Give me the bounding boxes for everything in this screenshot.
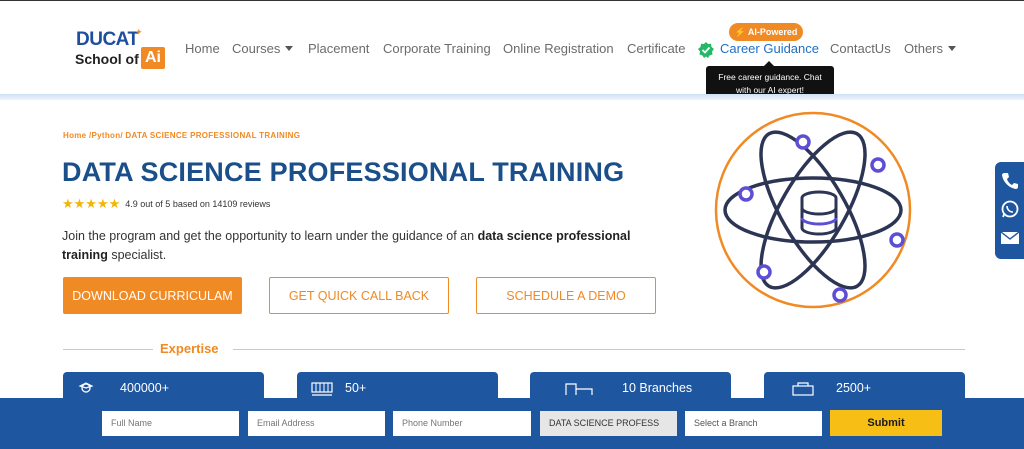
breadcrumb[interactable]: Home /Python/ DATA SCIENCE PROFESSIONAL … — [63, 131, 300, 140]
rating-text: 4.9 out of 5 based on 14109 reviews — [125, 199, 271, 209]
branch-select[interactable]: Select a Branch — [685, 411, 822, 436]
nav-career-guidance[interactable]: Career Guidance — [720, 41, 819, 56]
chevron-down-icon — [948, 46, 957, 51]
nav-corporate-training[interactable]: Corporate Training — [383, 41, 491, 56]
nav-certificate[interactable]: Certificate — [627, 41, 686, 56]
tooltip-line-1: Free career guidance. Chat — [718, 72, 822, 82]
site-header: DUCAT ✦ School of Ai Home Courses Placem… — [0, 0, 1024, 100]
nav-others-label: Others — [904, 41, 944, 56]
stat-value: 2500+ — [836, 381, 872, 395]
logo-tagline: School of — [75, 51, 139, 67]
expertise-divider-left — [63, 349, 153, 350]
full-name-input[interactable] — [102, 411, 239, 436]
ai-powered-badge: ⚡ AI-Powered — [729, 23, 803, 41]
page-title: DATA SCIENCE PROFESSIONAL TRAINING — [62, 157, 625, 187]
intro-text: Join the program and get the opportunity… — [62, 227, 672, 265]
data-science-atom-illustration — [714, 111, 912, 309]
nav-placement[interactable]: Placement — [308, 41, 369, 56]
download-curriculum-button[interactable]: DOWNLOAD CURRICULAM — [63, 277, 242, 314]
floating-contact-bar — [995, 162, 1024, 259]
schedule-demo-button[interactable]: SCHEDULE A DEMO — [476, 277, 656, 314]
logo-spark-icon: ✦ — [135, 27, 143, 37]
logo-wordmark: DUCAT — [76, 29, 139, 50]
intro-text-end: specialist. — [107, 248, 167, 262]
nav-others[interactable]: Others — [904, 41, 957, 56]
nav-home[interactable]: Home — [185, 41, 220, 56]
chevron-down-icon — [285, 46, 294, 51]
building-icon — [565, 383, 593, 395]
phone-icon[interactable] — [1000, 171, 1020, 191]
stat-value: 50+ — [345, 381, 367, 395]
expertise-heading: Expertise — [160, 341, 219, 356]
stat-value: 400000+ — [120, 381, 170, 395]
logo-ai-mark: Ai — [141, 47, 165, 69]
phone-input[interactable] — [393, 411, 531, 436]
nav-courses[interactable]: Courses — [232, 41, 294, 56]
submit-button[interactable]: Submit — [830, 410, 942, 436]
email-input[interactable] — [248, 411, 385, 436]
ducat-logo[interactable]: DUCAT ✦ School of Ai — [75, 27, 170, 73]
classroom-icon — [311, 382, 333, 396]
graduate-icon — [78, 382, 94, 393]
verified-badge-icon — [698, 42, 714, 58]
people-icon — [792, 382, 814, 396]
email-icon[interactable] — [1000, 228, 1020, 248]
quick-call-back-button[interactable]: GET QUICK CALL BACK — [269, 277, 449, 314]
nav-contact-us[interactable]: ContactUs — [830, 41, 891, 56]
course-rating: ★★★★★ 4.9 out of 5 based on 14109 reviews — [62, 196, 271, 211]
intro-text-start: Join the program and get the opportunity… — [62, 229, 478, 243]
nav-courses-label: Courses — [232, 41, 281, 56]
star-rating-icon: ★★★★★ — [62, 196, 121, 211]
expertise-divider-right — [233, 349, 965, 350]
header-divider — [0, 94, 1024, 100]
course-field[interactable]: DATA SCIENCE PROFESS — [540, 411, 677, 436]
whatsapp-icon[interactable] — [1000, 199, 1020, 219]
nav-online-registration[interactable]: Online Registration — [503, 41, 614, 56]
stat-value: 10 Branches — [622, 381, 693, 395]
